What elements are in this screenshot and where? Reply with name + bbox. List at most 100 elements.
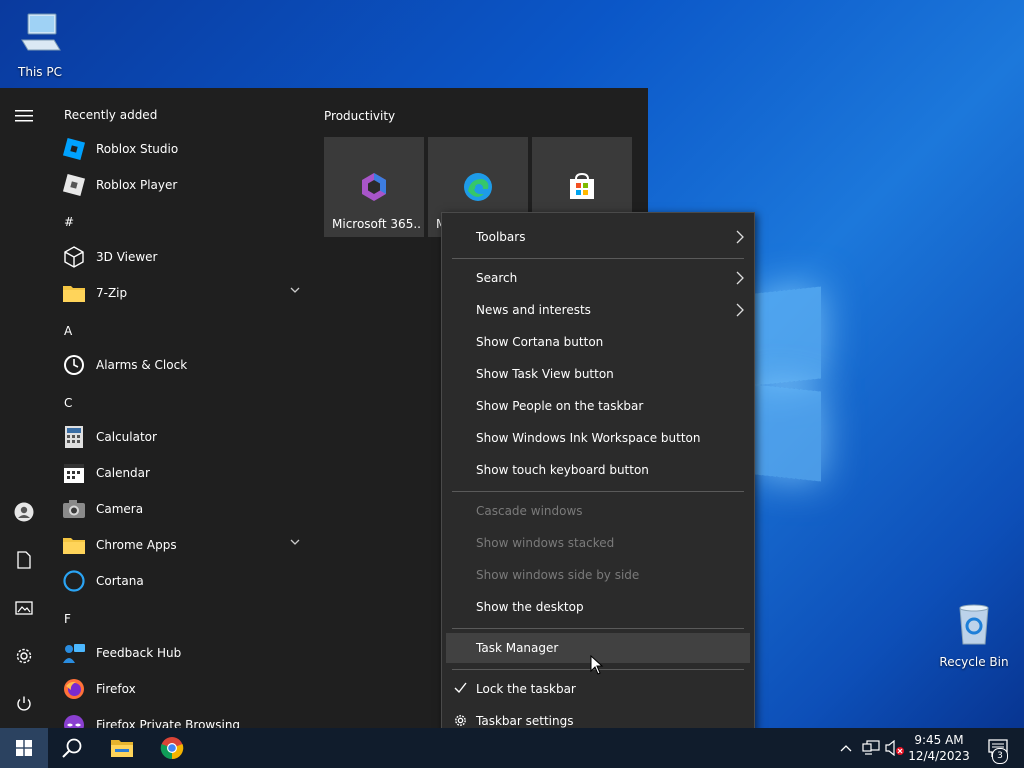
action-center-button[interactable]: 3 (978, 728, 1018, 768)
pictures-button[interactable] (0, 586, 48, 630)
app-roblox-studio[interactable]: Roblox Studio (62, 133, 312, 165)
gear-icon (455, 715, 466, 726)
mouse-cursor-icon (590, 655, 604, 675)
recycle-bin-desktop-icon[interactable]: Recycle Bin (934, 600, 1014, 669)
firefox-private-icon (64, 715, 84, 728)
menu-item-show-touch-keyboard[interactable]: Show touch keyboard button (442, 455, 754, 485)
menu-item-show-the-desktop[interactable]: Show the desktop (442, 592, 754, 622)
app-label: Camera (96, 502, 144, 516)
microsoft-365-icon (362, 173, 386, 201)
app-label: 7-Zip (96, 286, 128, 300)
app-chrome-apps-folder[interactable]: Chrome Apps (62, 529, 312, 561)
app-firefox[interactable]: Firefox (62, 673, 312, 705)
store-icon (570, 172, 594, 199)
menu-item-toolbars[interactable]: Toolbars (442, 222, 754, 252)
section-header-f[interactable]: F (64, 612, 71, 626)
user-account-button[interactable] (0, 490, 48, 534)
menu-item-news-and-interests[interactable]: News and interests (442, 295, 754, 325)
clock-date: 12/4/2023 (908, 749, 970, 763)
menu-item-show-windows-side-by-side: Show windows side by side (442, 560, 754, 590)
volume-muted-icon (885, 740, 904, 756)
menu-item-show-cortana-button[interactable]: Show Cortana button (442, 327, 754, 357)
tile-microsoft-365[interactable]: Microsoft 365... (324, 137, 424, 237)
notification-count-badge: 3 (992, 748, 1008, 764)
app-label: Cortana (96, 574, 144, 588)
section-header-c[interactable]: C (64, 396, 72, 410)
app-label: Alarms & Clock (96, 358, 188, 372)
app-camera[interactable]: Camera (62, 493, 312, 525)
app-3d-viewer[interactable]: 3D Viewer (62, 241, 312, 273)
menu-item-label: Show touch keyboard button (476, 463, 649, 477)
menu-item-label: Show People on the taskbar (476, 399, 644, 413)
volume-tray-button[interactable] (884, 728, 906, 768)
menu-item-show-people[interactable]: Show People on the taskbar (442, 391, 754, 421)
menu-item-cascade-windows: Cascade windows (442, 496, 754, 526)
app-label: Roblox Studio (96, 142, 179, 156)
app-list: Recently added Roblox Studio Roblox Play… (48, 88, 312, 728)
clock-time: 9:45 AM (914, 733, 964, 747)
document-icon (17, 551, 31, 569)
app-label: Calculator (96, 430, 157, 444)
tile-label: Microsoft 365... (332, 217, 420, 231)
recently-added-header: Recently added (64, 108, 158, 122)
app-7zip-folder[interactable]: 7-Zip (62, 277, 312, 309)
gear-icon (16, 648, 32, 664)
chevron-down-icon[interactable] (290, 539, 300, 545)
menu-item-label: Lock the taskbar (476, 682, 576, 696)
user-icon (14, 502, 34, 522)
show-hidden-icons-button[interactable] (836, 728, 856, 768)
menu-item-show-windows-stacked: Show windows stacked (442, 528, 754, 558)
roblox-studio-icon (62, 137, 86, 161)
chevron-right-icon (736, 303, 744, 317)
app-label: Firefox Private Browsing (96, 718, 241, 728)
menu-item-label: Task Manager (476, 641, 559, 655)
menu-item-label: Cascade windows (476, 504, 583, 518)
menu-separator (452, 491, 744, 492)
file-explorer-button[interactable] (98, 728, 146, 768)
expand-menu-button[interactable] (0, 94, 48, 138)
search-button[interactable] (48, 728, 96, 768)
chrome-button[interactable] (148, 728, 196, 768)
menu-item-search[interactable]: Search (442, 263, 754, 293)
computer-icon (21, 13, 61, 51)
this-pc-desktop-icon[interactable]: This PC (0, 10, 80, 79)
app-calendar[interactable]: Calendar (62, 457, 312, 489)
app-roblox-player[interactable]: Roblox Player (62, 169, 312, 201)
documents-button[interactable] (0, 538, 48, 582)
start-rail (0, 88, 48, 728)
start-button[interactable] (0, 728, 48, 768)
recycle-bin-icon (959, 604, 989, 645)
edge-icon (464, 173, 492, 201)
menu-item-lock-the-taskbar[interactable]: Lock the taskbar (442, 674, 754, 704)
section-header-a[interactable]: A (64, 324, 72, 338)
app-firefox-private[interactable]: Firefox Private Browsing (62, 709, 312, 728)
app-label: Calendar (96, 466, 150, 480)
chevron-up-icon (840, 744, 852, 751)
tiles-group-title[interactable]: Productivity (324, 109, 395, 123)
app-feedback-hub[interactable]: Feedback Hub (62, 637, 312, 669)
hamburger-icon (15, 110, 33, 122)
menu-item-show-ink-workspace[interactable]: Show Windows Ink Workspace button (442, 423, 754, 453)
power-button[interactable] (0, 682, 48, 726)
app-cortana[interactable]: Cortana (62, 565, 312, 597)
roblox-player-icon (62, 173, 86, 197)
settings-button[interactable] (0, 634, 48, 678)
network-tray-button[interactable] (860, 728, 882, 768)
menu-item-label: Show Windows Ink Workspace button (476, 431, 701, 445)
recycle-bin-label: Recycle Bin (939, 655, 1009, 669)
app-label: Roblox Player (96, 178, 178, 192)
menu-separator (452, 258, 744, 259)
chevron-right-icon (736, 230, 744, 244)
menu-item-show-task-view-button[interactable]: Show Task View button (442, 359, 754, 389)
clock-tray-button[interactable]: 9:45 AM 12/4/2023 (904, 732, 974, 764)
app-alarms-clock[interactable]: Alarms & Clock (62, 349, 312, 381)
chevron-down-icon[interactable] (290, 287, 300, 293)
app-label: Chrome Apps (96, 538, 177, 552)
section-header-hash[interactable]: # (64, 215, 74, 229)
network-icon (862, 740, 880, 755)
folder-icon (63, 538, 85, 554)
chrome-icon (160, 737, 184, 760)
power-icon (17, 696, 31, 711)
app-calculator[interactable]: Calculator (62, 421, 312, 453)
app-label: Firefox (96, 682, 136, 696)
